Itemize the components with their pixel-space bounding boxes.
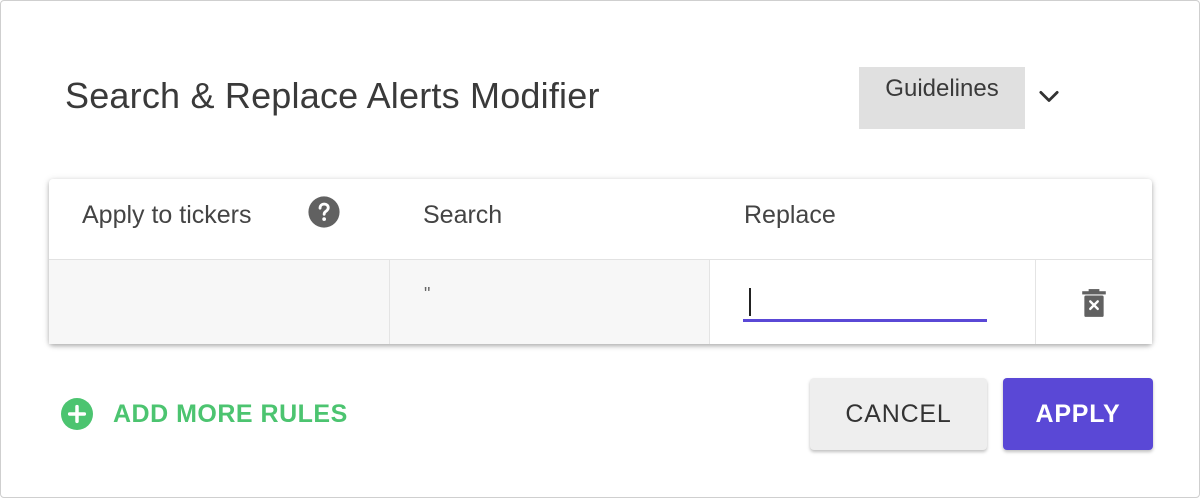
guidelines-button[interactable]: Guidelines — [859, 67, 1025, 129]
replace-input[interactable] — [743, 282, 987, 322]
header-apply-to-tickers: Apply to tickers — [82, 201, 252, 229]
add-more-rules-button[interactable]: ADD MORE RULES — [61, 397, 348, 431]
apply-button[interactable]: APPLY — [1003, 378, 1153, 450]
search-replace-dialog: Search & Replace Alerts Modifier Guideli… — [0, 0, 1200, 498]
delete-icon[interactable] — [1081, 288, 1107, 318]
header-search: Search — [423, 201, 503, 229]
text-caret — [749, 288, 751, 316]
search-cell[interactable]: " — [390, 260, 710, 344]
help-circle-icon[interactable] — [307, 195, 341, 229]
add-more-rules-label: ADD MORE RULES — [113, 399, 348, 428]
delete-cell — [1036, 260, 1152, 344]
cancel-button[interactable]: CANCEL — [810, 378, 987, 450]
rules-table: Apply to tickers Search Replace " — [49, 179, 1152, 344]
header-replace: Replace — [744, 201, 836, 229]
add-circle-icon — [61, 398, 93, 430]
search-value: " — [424, 284, 431, 304]
dialog-title: Search & Replace Alerts Modifier — [65, 75, 600, 116]
tickers-cell[interactable] — [49, 260, 390, 344]
table-row: " — [49, 259, 1152, 344]
replace-cell — [710, 260, 1036, 344]
chevron-down-icon[interactable] — [1035, 83, 1063, 111]
